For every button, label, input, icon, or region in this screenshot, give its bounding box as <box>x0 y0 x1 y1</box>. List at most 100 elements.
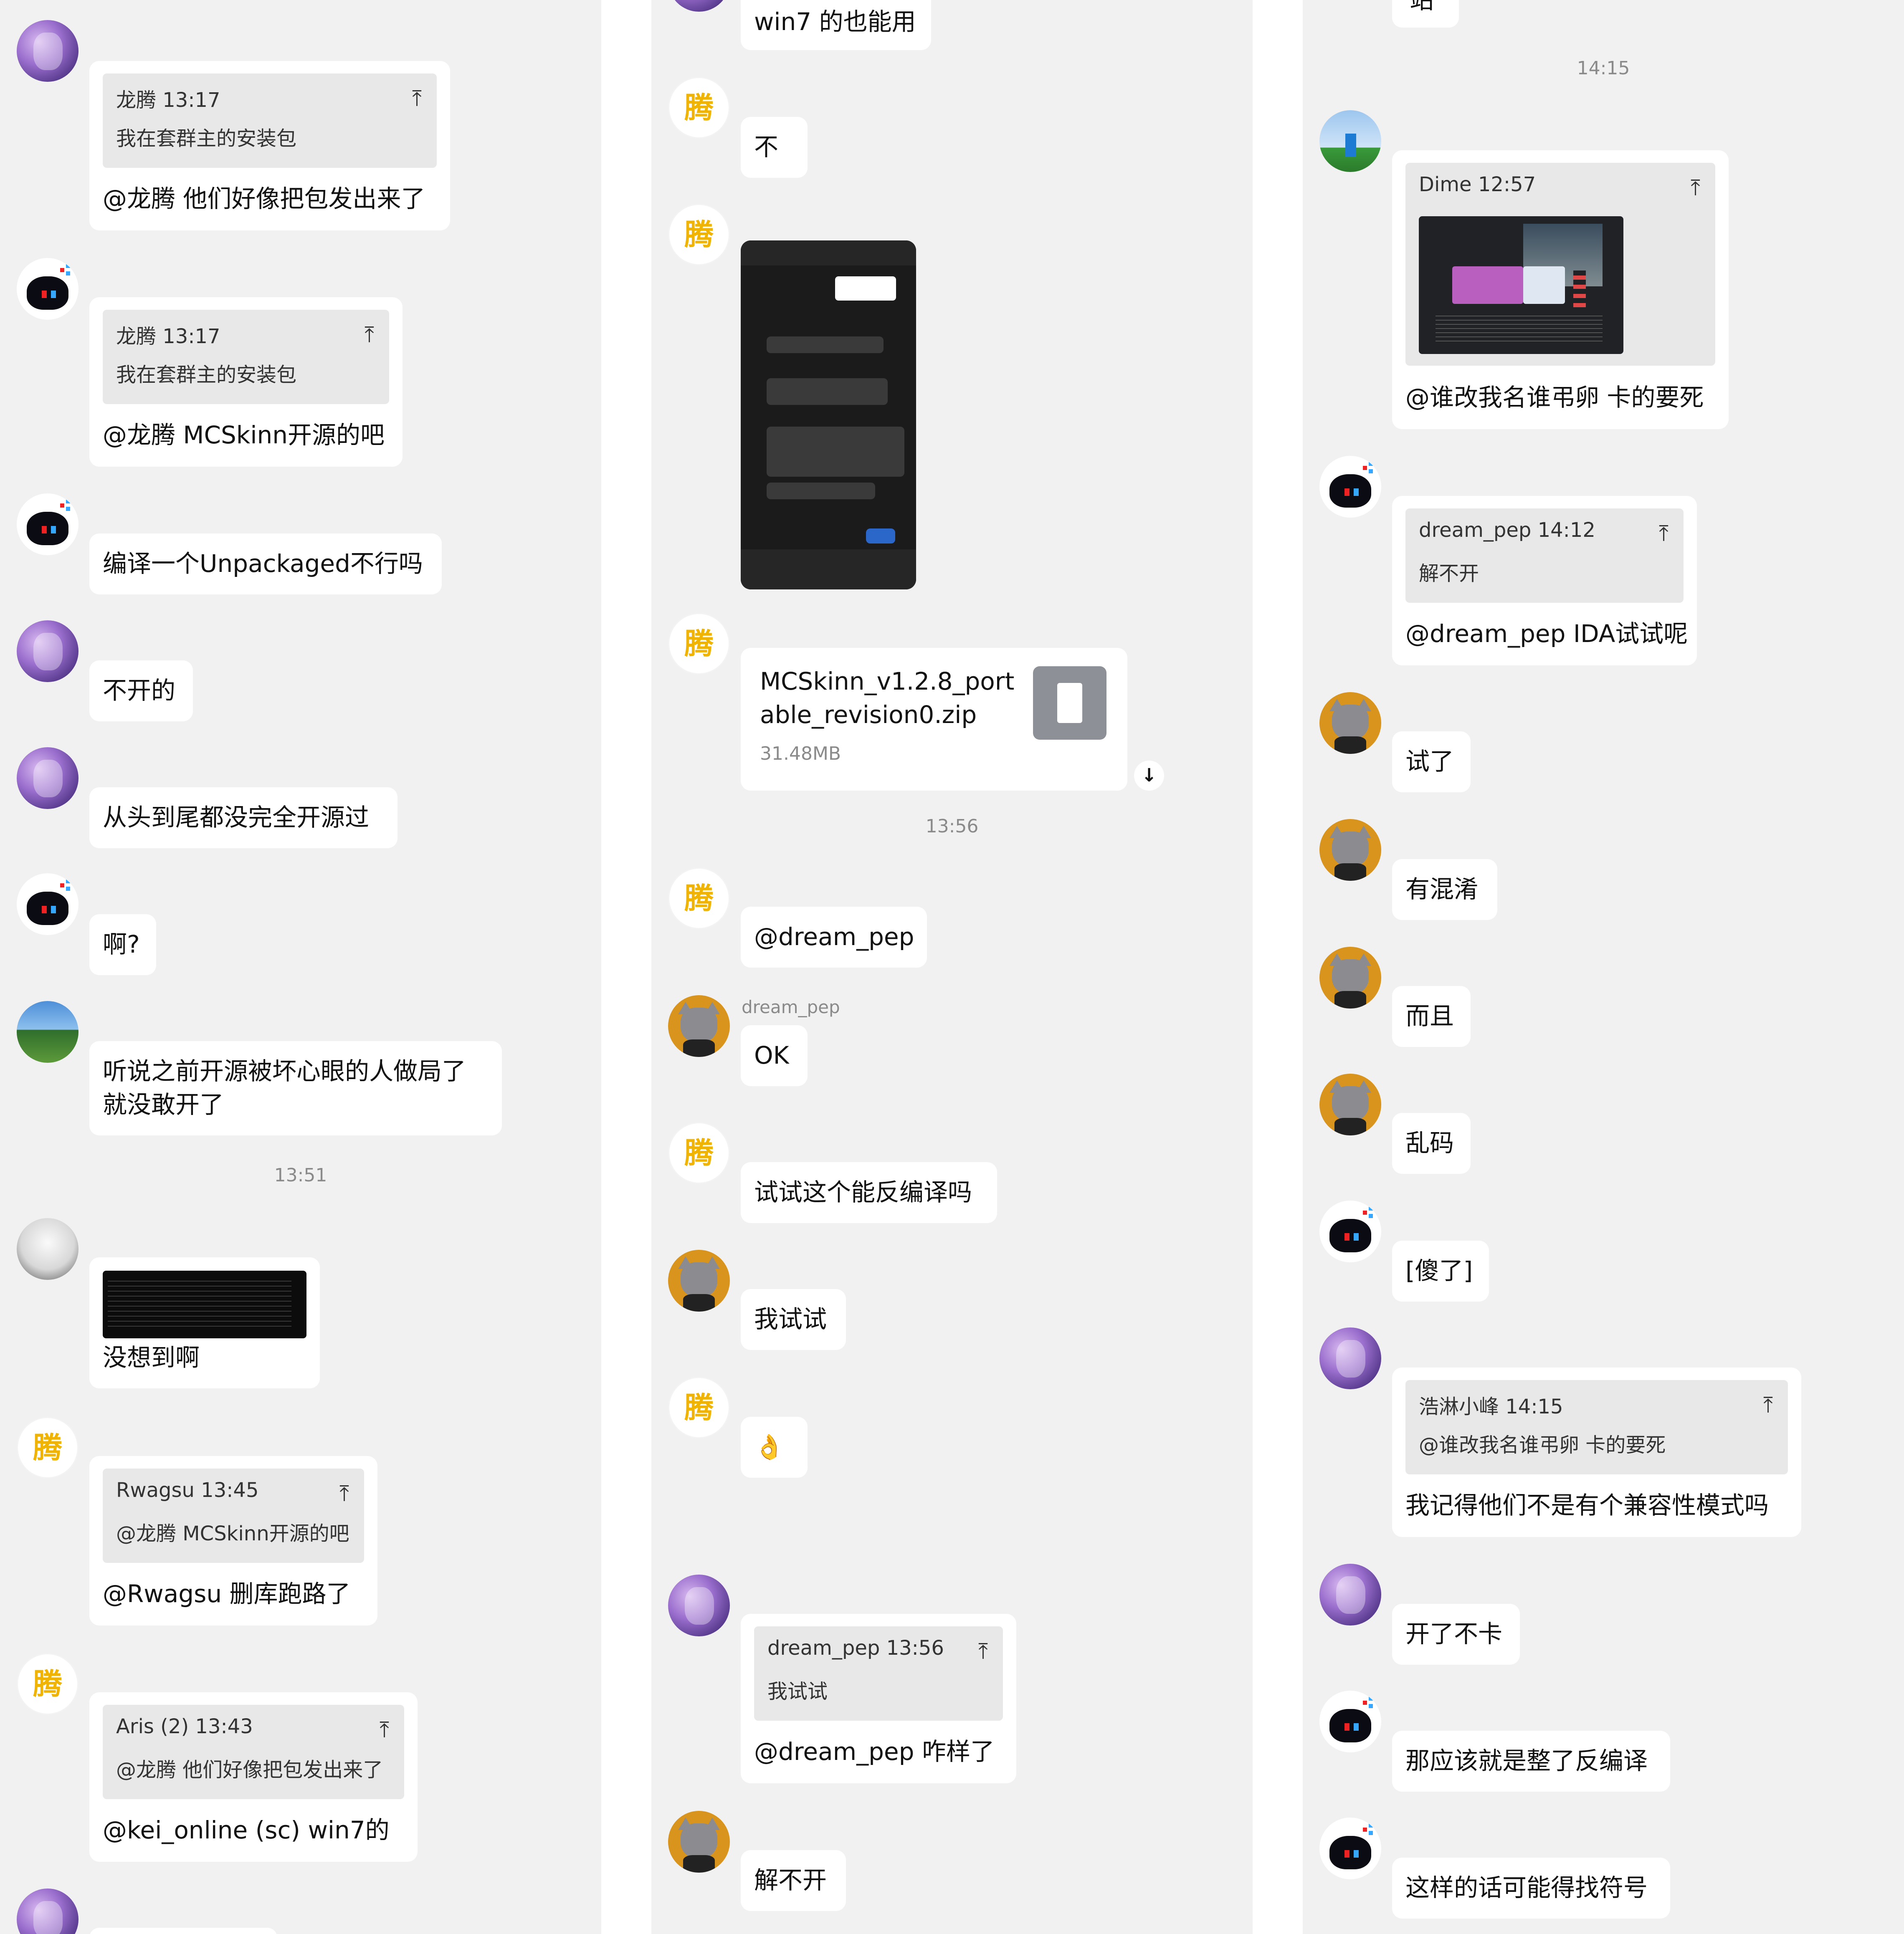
quoted-message[interactable]: Aris (2) 13:43 @龙腾 他们好像把包发出来了 ⤒ <box>103 1705 404 1799</box>
message-bubble[interactable]: 龙腾 13:17 我在套群主的安装包 ⤒ @龙腾 MCSkinn开源的吧 <box>89 297 403 467</box>
quote-text: 我在套群主的安装包 <box>116 127 297 150</box>
avatar[interactable]: 腾 <box>668 867 730 929</box>
message-bubble[interactable]: OK <box>741 1025 808 1086</box>
avatar[interactable] <box>1319 1818 1381 1879</box>
message-bubble[interactable]: Dime 12:57 ⤒ @谁改我名谁弔卵 卡的要死 <box>1392 150 1729 429</box>
message-bubble[interactable]: 乱码 <box>1392 1113 1471 1174</box>
message-bubble[interactable]: 这样的话可能得找符号 <box>1392 1858 1670 1919</box>
avatar[interactable] <box>1319 1327 1381 1389</box>
avatar[interactable] <box>668 0 730 12</box>
jump-to-quote-icon[interactable]: ⤒ <box>1763 1393 1773 1418</box>
quote-header: dream_pep 13:56 <box>767 1636 944 1660</box>
message-text: @Rwagsu 删库跑路了 <box>103 1580 351 1608</box>
avatar[interactable] <box>668 1811 730 1873</box>
avatar[interactable]: 腾 <box>668 613 730 675</box>
download-icon[interactable]: ↓ <box>1134 761 1164 791</box>
avatar[interactable] <box>668 1250 730 1312</box>
avatar[interactable] <box>668 1575 730 1636</box>
jump-to-quote-icon[interactable]: ⤒ <box>412 86 422 111</box>
message-text: 我记得他们不是有个兼容性模式吗 <box>1405 1491 1769 1519</box>
avatar[interactable] <box>17 493 78 555</box>
message-bubble[interactable]: dream_pep 13:56 我试试 ⤒ @dream_pep 咋样了 <box>741 1614 1016 1783</box>
message-bubble[interactable]: 没想到啊 <box>89 1257 320 1388</box>
message-bubble[interactable]: dream_pep 14:12 解不开 ⤒ @dream_pep IDA试试呢 <box>1392 496 1697 665</box>
message-bubble[interactable]: 龙腾 13:17 我在套群主的安装包 ⤒ @龙腾 他们好像把包发出来了 <box>89 61 450 230</box>
avatar[interactable]: 腾 <box>668 1122 730 1184</box>
message-text: [傻了] <box>1405 1256 1473 1285</box>
jump-to-quote-icon[interactable]: ⤒ <box>978 1639 988 1664</box>
jump-to-quote-icon[interactable]: ⤒ <box>1659 521 1669 546</box>
file-message[interactable]: MCSkinn_v1.2.8_port able_revision0.zip 3… <box>741 648 1127 791</box>
avatar[interactable] <box>1319 110 1381 172</box>
avatar[interactable] <box>17 20 78 82</box>
message-bubble[interactable]: win7 的也能用 <box>741 0 931 50</box>
message-bubble[interactable]: 浩淋小峰 14:15 @谁改我名谁弔卵 卡的要死 ⤒ 我记得他们不是有个兼容性模… <box>1392 1368 1801 1537</box>
avatar[interactable] <box>17 1218 78 1280</box>
message-bubble[interactable]: 👌 <box>741 1417 808 1478</box>
message-text: @kei_online (sc) win7的 <box>103 1816 390 1844</box>
quoted-message[interactable]: 浩淋小峰 14:15 @谁改我名谁弔卵 卡的要死 ⤒ <box>1405 1380 1788 1474</box>
message-bubble[interactable]: 从头到尾都没完全开源过 <box>89 787 398 848</box>
jump-to-quote-icon[interactable]: ⤒ <box>1691 175 1700 201</box>
message-bubble[interactable]: Rwagsu 13:45 @龙腾 MCSkinn开源的吧 ⤒ @Rwagsu 删… <box>89 1456 377 1626</box>
message-bubble[interactable]: 不 <box>741 117 808 178</box>
avatar[interactable]: 腾 <box>668 1377 730 1438</box>
phone-screenshot-image[interactable] <box>741 240 916 589</box>
quoted-message[interactable]: dream_pep 14:12 解不开 ⤒ <box>1405 508 1684 603</box>
message-bubble[interactable]: @dream_pep <box>741 907 927 968</box>
message-bubble[interactable]: 试了 <box>1392 731 1471 792</box>
message-bubble[interactable]: 开了不卡 <box>1392 1604 1520 1665</box>
avatar[interactable] <box>17 873 78 935</box>
avatar[interactable]: 腾 <box>668 204 730 265</box>
quoted-message[interactable]: dream_pep 13:56 我试试 ⤒ <box>754 1626 1003 1721</box>
avatar[interactable] <box>1319 1691 1381 1752</box>
message-bubble[interactable] <box>89 1928 277 1934</box>
message-bubble[interactable]: 有混淆 <box>1392 859 1497 920</box>
quoted-message[interactable]: Rwagsu 13:45 @龙腾 MCSkinn开源的吧 ⤒ <box>103 1469 364 1563</box>
avatar[interactable] <box>17 258 78 320</box>
avatar[interactable] <box>17 620 78 682</box>
file-size: 31.48MB <box>760 743 841 764</box>
avatar[interactable] <box>1319 819 1381 881</box>
avatar[interactable]: 腾 <box>17 1653 78 1715</box>
avatar[interactable]: 腾 <box>668 77 730 139</box>
avatar[interactable] <box>17 1001 78 1063</box>
jump-to-quote-icon[interactable]: ⤒ <box>380 1717 389 1743</box>
message-bubble[interactable]: 编译一个Unpackaged不行吗 <box>89 533 442 594</box>
message-text: 就没敢开了 <box>103 1090 224 1119</box>
timestamp: 13:56 <box>925 816 979 837</box>
avatar[interactable] <box>17 747 78 809</box>
message-bubble[interactable]: 听说之前开源被坏心眼的人做局了 就没敢开了 <box>89 1041 502 1135</box>
avatar[interactable] <box>1319 1074 1381 1135</box>
avatar[interactable]: 腾 <box>17 1417 78 1479</box>
quoted-message[interactable]: Dime 12:57 ⤒ <box>1405 163 1715 366</box>
message-text: @dream_pep IDA试试呢 <box>1405 619 1688 648</box>
jump-to-quote-icon[interactable]: ⤒ <box>339 1481 349 1507</box>
message-bubble[interactable]: 我试试 <box>741 1289 846 1350</box>
message-bubble[interactable]: 不开的 <box>89 660 193 721</box>
quoted-message[interactable]: 龙腾 13:17 我在套群主的安装包 ⤒ <box>103 73 437 168</box>
message-bubble[interactable]: 解不开 <box>741 1850 846 1911</box>
jump-to-quote-icon[interactable]: ⤒ <box>365 322 374 348</box>
avatar[interactable] <box>1319 947 1381 1009</box>
sender-name: dream_pep <box>742 997 840 1017</box>
terminal-screenshot-image[interactable] <box>103 1271 306 1338</box>
avatar[interactable] <box>1319 456 1381 518</box>
avatar[interactable] <box>668 995 730 1057</box>
message-bubble[interactable]: 而且 <box>1392 986 1471 1047</box>
quoted-screenshot-image[interactable] <box>1419 216 1623 354</box>
quote-header: 龙腾 13:17 <box>116 88 220 112</box>
avatar[interactable] <box>1319 1201 1381 1262</box>
message-bubble[interactable]: [傻了] <box>1392 1241 1489 1302</box>
message-bubble[interactable]: 试试这个能反编译吗 <box>741 1162 997 1223</box>
avatar[interactable] <box>17 1888 78 1934</box>
message-bubble[interactable]: 啊? <box>89 914 156 975</box>
quoted-message[interactable]: 龙腾 13:17 我在套群主的安装包 ⤒ <box>103 310 389 404</box>
message-bubble[interactable]: 站 <box>1392 0 1459 28</box>
message-text: 没想到啊 <box>103 1343 200 1372</box>
message-bubble[interactable]: Aris (2) 13:43 @龙腾 他们好像把包发出来了 ⤒ @kei_onl… <box>89 1692 418 1862</box>
message-text: @dream_pep 咋样了 <box>754 1737 995 1766</box>
message-bubble[interactable]: 那应该就是整了反编译 <box>1392 1731 1670 1792</box>
avatar[interactable] <box>1319 1564 1381 1626</box>
avatar[interactable] <box>1319 692 1381 754</box>
